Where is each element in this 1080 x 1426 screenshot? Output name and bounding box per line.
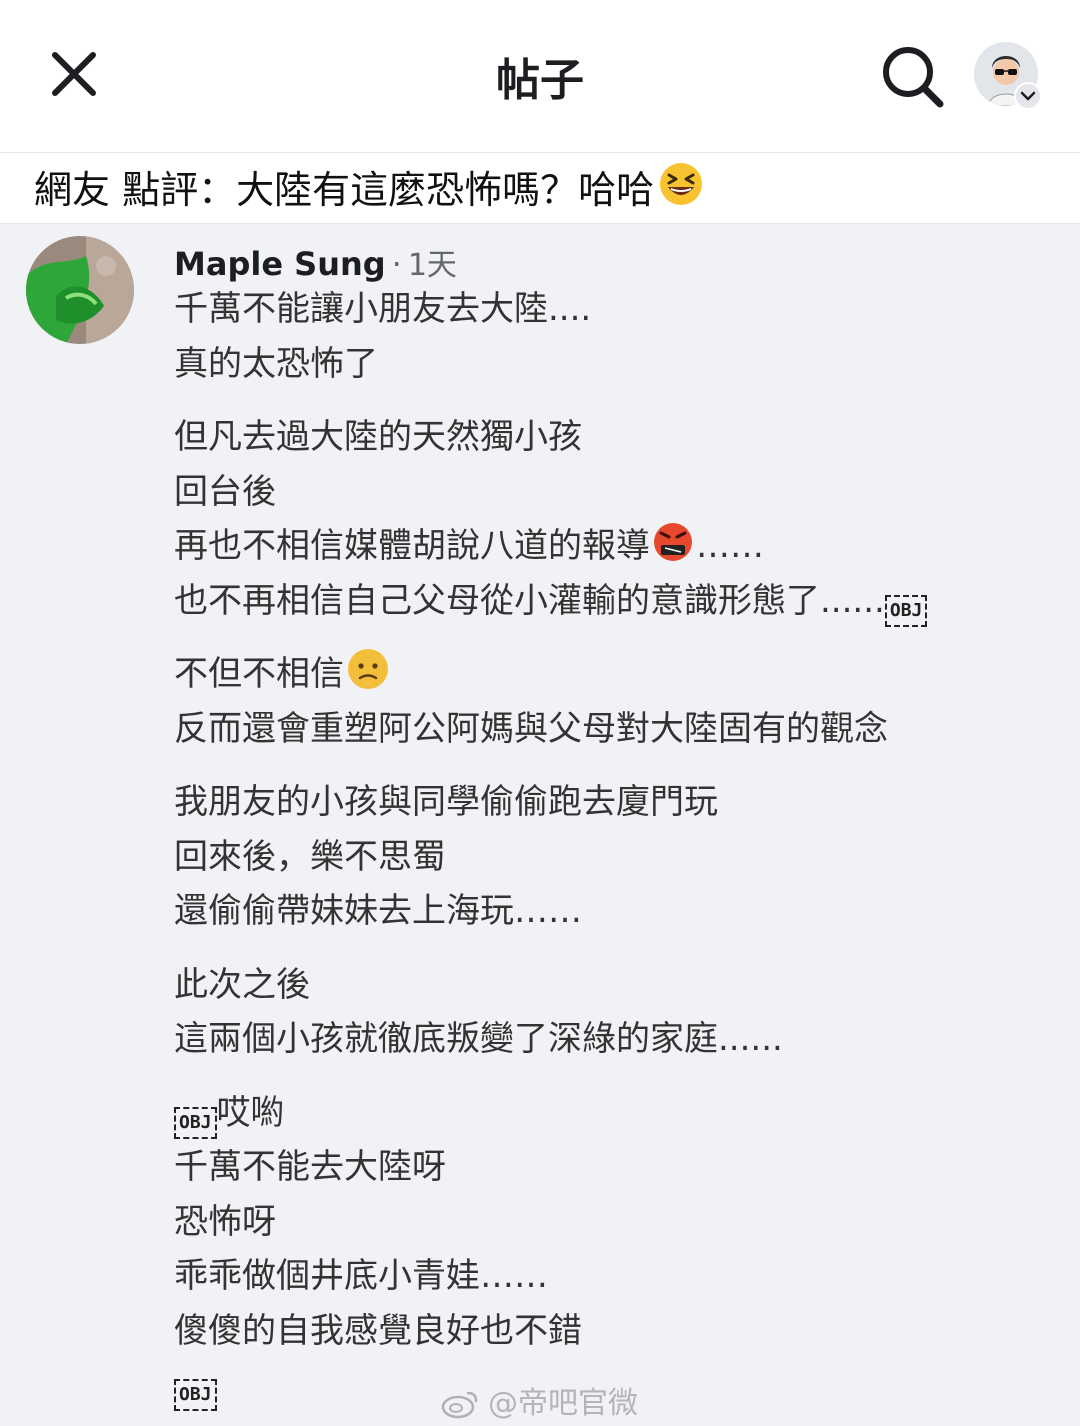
top-bar: 帖子 <box>0 0 1080 152</box>
comment-line: 回台後 <box>174 471 276 512</box>
chevron-down-icon <box>1020 91 1036 101</box>
post-caption-text: 網友 點評：大陸有這麼恐怖嗎？哈哈 <box>34 168 655 212</box>
watermark-text: @帝吧官微 <box>488 1386 638 1421</box>
comment-line: 千萬不能讓小朋友去大陸.... <box>174 289 592 329</box>
obj-placeholder-icon: OBJ <box>884 594 928 627</box>
separator-dot: · <box>391 245 402 283</box>
comment-body: 千萬不能讓小朋友去大陸.... 真的太恐怖了 但凡去過大陸的天然獨小孩 回台後 … <box>174 282 1064 1413</box>
comment-header: Maple Sung · 1天 <box>174 240 457 284</box>
comment-line: 反而還會重塑阿公阿媽與父母對大陸固有的觀念 <box>174 708 888 749</box>
comment-line: OBJ 哎喲 <box>174 1086 1064 1141</box>
comment-author-avatar[interactable] <box>26 236 134 344</box>
comment-line: 恐怖呀 <box>174 1201 276 1242</box>
obj-placeholder-icon: OBJ <box>174 1379 217 1411</box>
comment-line-text: 不但不相信 <box>174 654 344 694</box>
comment-line: 傻傻的自我感覺良好也不錯 <box>174 1310 582 1351</box>
comment-line-text: 哎喲 <box>216 1092 285 1133</box>
profile-menu-button[interactable] <box>1014 82 1042 110</box>
comment-line: 回來後，樂不思蜀 <box>174 836 446 877</box>
comment-timestamp[interactable]: 1天 <box>408 248 457 283</box>
comment-author-name[interactable]: Maple Sung <box>174 245 386 283</box>
obj-placeholder-icon: OBJ <box>174 1106 217 1139</box>
comment-line-text: 也不再相信自己父母從小灌輸的意識形態了...... <box>174 580 885 621</box>
comment-line: 再也不相信媒體胡說八道的報導 …… <box>174 519 1064 574</box>
weibo-logo-icon <box>441 1391 478 1419</box>
post-caption: 網友 點評：大陸有這麼恐怖嗎？哈哈 <box>0 152 1080 224</box>
angry-cursing-face-emoji-icon <box>654 523 692 561</box>
comment-line: 還偷偷帶妹妹去上海玩…… <box>174 891 582 931</box>
comment-line: 但凡去過大陸的天然獨小孩 <box>174 417 582 457</box>
comment-line: 不但不相信 <box>174 647 1064 702</box>
disappointed-face-emoji-icon <box>348 649 388 689</box>
comment-line: 乖乖做個井底小青娃…… <box>174 1256 548 1296</box>
avatar-image-icon <box>26 236 134 344</box>
comment-line: 此次之後 <box>174 964 310 1005</box>
comment-line: 也不再相信自己父母從小灌輸的意識形態了...... OBJ <box>174 574 1064 629</box>
comment-line: 真的太恐怖了 <box>174 343 378 384</box>
watermark: @帝吧官微 <box>440 1378 638 1422</box>
comment-line: 我朋友的小孩與同學偷偷跑去廈門玩 <box>174 782 718 822</box>
search-icon[interactable] <box>878 42 946 110</box>
laughing-face-emoji-icon <box>660 163 703 205</box>
comment-line: 千萬不能去大陸呀 <box>174 1147 446 1187</box>
comment-line-ellipsis: …… <box>696 526 764 566</box>
comment-line-text: 再也不相信媒體胡說八道的報導 <box>174 526 650 566</box>
comment-line: 這兩個小孩就徹底叛變了深綠的家庭...... <box>174 1019 783 1059</box>
